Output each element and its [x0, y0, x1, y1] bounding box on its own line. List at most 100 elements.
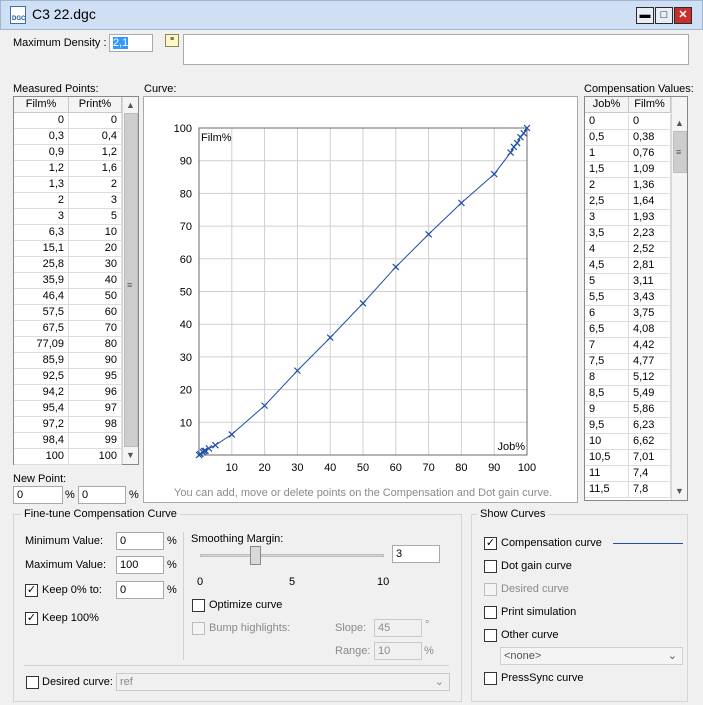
measured-cell[interactable]: 1,3	[14, 177, 69, 193]
compensation-cell[interactable]: 0,38	[629, 130, 671, 146]
compensation-cell[interactable]: 3	[585, 210, 629, 226]
table-row[interactable]: 4,5 2,81	[585, 258, 671, 274]
compensation-cell[interactable]: 10,5	[585, 450, 629, 466]
measured-cell[interactable]: 15,1	[14, 241, 69, 257]
measured-cell[interactable]: 25,8	[14, 257, 69, 273]
scroll-up-icon[interactable]: ▲	[123, 97, 138, 113]
compensation-cell[interactable]: 5,5	[585, 290, 629, 306]
table-row[interactable]: 11 7,4	[585, 466, 671, 482]
compensation-cell[interactable]: 3,11	[629, 274, 671, 290]
table-row[interactable]: 57,5 60	[14, 305, 122, 321]
table-row[interactable]: 8,5 5,49	[585, 386, 671, 402]
table-row[interactable]: 11,5 7,8	[585, 482, 671, 498]
measured-cell[interactable]: 70	[69, 321, 122, 337]
table-row[interactable]: 10 6,62	[585, 434, 671, 450]
compensation-cell[interactable]: 4,5	[585, 258, 629, 274]
measured-cell[interactable]: 95,4	[14, 401, 69, 417]
measured-cell[interactable]: 92,5	[14, 369, 69, 385]
measured-cell[interactable]: 3	[14, 209, 69, 225]
table-row[interactable]: 35	[14, 209, 122, 225]
table-row[interactable]: 67,5 70	[14, 321, 122, 337]
compensation-cell[interactable]: 1,93	[629, 210, 671, 226]
compensation-cell[interactable]: 5	[585, 274, 629, 290]
slope-input[interactable]: 45	[374, 619, 422, 637]
table-row[interactable]: 25,8 30	[14, 257, 122, 273]
maximize-button[interactable]: □	[655, 7, 673, 24]
desired-curve-checkbox[interactable]	[26, 676, 39, 689]
compensation-cell[interactable]: 3,43	[629, 290, 671, 306]
compensation-cell[interactable]: 4,42	[629, 338, 671, 354]
measured-cell[interactable]: 20	[69, 241, 122, 257]
measured-cell[interactable]: 40	[69, 273, 122, 289]
measured-cell[interactable]: 1,2	[14, 161, 69, 177]
close-button[interactable]: ✕	[674, 7, 692, 24]
measured-cell[interactable]: 30	[69, 257, 122, 273]
table-row[interactable]: 92,5 95	[14, 369, 122, 385]
table-row[interactable]: 5,5 3,43	[585, 290, 671, 306]
measured-cell[interactable]: 50	[69, 289, 122, 305]
table-row[interactable]: 23	[14, 193, 122, 209]
table-row[interactable]: 1 0,76	[585, 146, 671, 162]
smoothing-slider-track[interactable]	[200, 554, 384, 557]
table-row[interactable]: 77,09 80	[14, 337, 122, 353]
table-row[interactable]: 3 1,93	[585, 210, 671, 226]
compensation-cell[interactable]: 7,5	[585, 354, 629, 370]
keep100-checkbox[interactable]: ✓	[25, 612, 38, 625]
table-row[interactable]: 100 100	[14, 449, 122, 465]
compensation-cell[interactable]: 0	[585, 114, 629, 130]
measured-cell[interactable]: 77,09	[14, 337, 69, 353]
scroll-up-icon[interactable]: ▲	[672, 115, 687, 131]
measured-cell[interactable]: 2	[14, 193, 69, 209]
keep0-input[interactable]: 0	[116, 581, 164, 599]
smoothing-slider-thumb[interactable]	[250, 546, 262, 565]
measured-cell[interactable]: 96	[69, 385, 122, 401]
range-input[interactable]: 10	[374, 642, 422, 660]
compensation-cell[interactable]: 6	[585, 306, 629, 322]
table-row[interactable]: 4 2,52	[585, 242, 671, 258]
table-row[interactable]: 95,4 97	[14, 401, 122, 417]
compensation-cell[interactable]: 2	[585, 178, 629, 194]
other-curve-select[interactable]: <none> ⌄	[500, 647, 683, 665]
measured-cell[interactable]: 35,9	[14, 273, 69, 289]
compensation-cell[interactable]: 0,5	[585, 130, 629, 146]
table-row[interactable]: 7 4,42	[585, 338, 671, 354]
compensation-cell[interactable]: 1,09	[629, 162, 671, 178]
minimize-button[interactable]: ▬	[636, 7, 654, 24]
compensation-cell[interactable]: 1	[585, 146, 629, 162]
max-value-input[interactable]: 100	[116, 556, 164, 574]
scroll-down-icon[interactable]: ▼	[672, 483, 687, 499]
compensation-cell[interactable]: 7	[585, 338, 629, 354]
measured-cell[interactable]: 67,5	[14, 321, 69, 337]
compensation-cell[interactable]: 9	[585, 402, 629, 418]
curve-chart[interactable]: 10 10 20 20 30 30 40 40 50 50 60 60 70 70 80 80 90 90 100 1…	[144, 97, 577, 502]
compensation-cell[interactable]: 5,49	[629, 386, 671, 402]
compensation-cell[interactable]: 6,62	[629, 434, 671, 450]
measured-cell[interactable]: 57,5	[14, 305, 69, 321]
table-row[interactable]: 97,2 98	[14, 417, 122, 433]
table-row[interactable]: 1,5 1,09	[585, 162, 671, 178]
measured-cell[interactable]: 100	[14, 449, 69, 465]
table-row[interactable]: 35,9 40	[14, 273, 122, 289]
show-curve-checkbox[interactable]	[484, 672, 497, 685]
table-row[interactable]: 9,5 6,23	[585, 418, 671, 434]
measured-cell[interactable]: 46,4	[14, 289, 69, 305]
measured-cell[interactable]: 0,9	[14, 145, 69, 161]
new-point-print-input[interactable]: 0	[78, 486, 126, 504]
measured-cell[interactable]: 60	[69, 305, 122, 321]
optimize-checkbox[interactable]	[192, 599, 205, 612]
column-header-print[interactable]: Print%	[69, 97, 122, 113]
measured-cell[interactable]: 1,2	[69, 145, 122, 161]
table-row[interactable]: 9 5,86	[585, 402, 671, 418]
show-curve-checkbox[interactable]	[484, 560, 497, 573]
compensation-cell[interactable]: 10	[585, 434, 629, 450]
table-row[interactable]: 7,5 4,77	[585, 354, 671, 370]
column-header-film[interactable]: Film%	[14, 97, 69, 113]
measured-cell[interactable]: 10	[69, 225, 122, 241]
compensation-scrollbar[interactable]: ▲ ≡ ▼	[671, 97, 687, 500]
compensation-table[interactable]: Job% Film% ▲ ≡ ▼ 0 0 0,5 0,38 1 0,76 1,5 1,09 2 1…	[584, 96, 688, 501]
table-row[interactable]: 46,4 50	[14, 289, 122, 305]
show-curve-checkbox[interactable]: ✓	[484, 537, 497, 550]
compensation-cell[interactable]: 1,5	[585, 162, 629, 178]
show-curve-checkbox[interactable]	[484, 629, 497, 642]
show-curve-checkbox[interactable]	[484, 606, 497, 619]
